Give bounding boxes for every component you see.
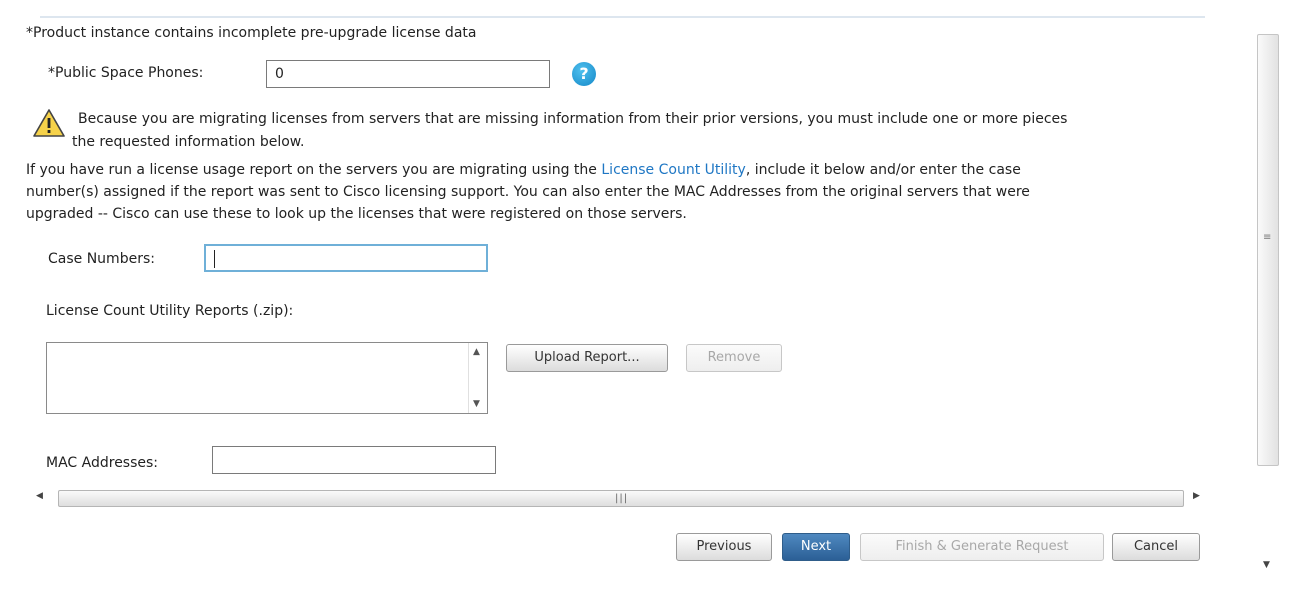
scroll-down-icon[interactable]: ▼ (1263, 560, 1270, 570)
warning-triangle-icon (33, 109, 65, 137)
info-line1-prefix: If you have run a license usage report o… (26, 162, 602, 178)
scroll-down-icon[interactable]: ▼ (473, 399, 480, 409)
license-count-utility-link[interactable]: License Count Utility (601, 162, 745, 178)
warning-text-line2: the requested information below. (72, 134, 305, 150)
info-line2: number(s) assigned if the report was sen… (26, 184, 1030, 200)
next-button[interactable]: Next (782, 533, 850, 561)
info-line1: If you have run a license usage report o… (26, 159, 1216, 181)
scroll-right-icon[interactable]: ▶ (1193, 491, 1200, 501)
public-space-phones-input[interactable]: 0 (266, 60, 550, 88)
upload-report-button[interactable]: Upload Report... (506, 344, 668, 372)
warning-text-line1: Because you are migrating licenses from … (78, 111, 1068, 127)
help-icon[interactable]: ? (572, 62, 596, 86)
case-numbers-label: Case Numbers: (48, 251, 155, 267)
finish-generate-request-button[interactable]: Finish & Generate Request (860, 533, 1104, 561)
mac-addresses-label: MAC Addresses: (46, 455, 159, 471)
reports-list[interactable]: ▲ ▼ (46, 342, 488, 414)
mac-addresses-input[interactable] (212, 446, 496, 474)
cancel-button[interactable]: Cancel (1112, 533, 1200, 561)
grip-icon: ||| (615, 493, 629, 504)
info-line3: upgraded -- Cisco can use these to look … (26, 206, 687, 222)
horizontal-scrollbar[interactable]: ◀ ||| ▶ (30, 488, 1205, 510)
top-divider (40, 16, 1205, 18)
grip-icon: ≡ (1263, 232, 1272, 243)
vertical-scroll-thumb[interactable]: ≡ (1257, 34, 1279, 466)
incomplete-data-notice: *Product instance contains incomplete pr… (26, 25, 477, 41)
reports-label: License Count Utility Reports (.zip): (46, 303, 294, 319)
previous-button[interactable]: Previous (676, 533, 772, 561)
reports-list-scrollbar[interactable]: ▲ ▼ (468, 343, 487, 413)
info-line1-suffix: , include it below and/or enter the case (745, 162, 1021, 178)
scroll-left-icon[interactable]: ◀ (36, 491, 43, 501)
text-cursor (214, 250, 215, 268)
public-space-phones-label: *Public Space Phones: (48, 65, 204, 81)
case-numbers-input[interactable] (204, 244, 488, 272)
scroll-up-icon[interactable]: ▲ (473, 347, 480, 357)
horizontal-scroll-thumb[interactable]: ||| (58, 490, 1184, 507)
remove-button[interactable]: Remove (686, 344, 782, 372)
vertical-scrollbar[interactable]: ≡ ▼ (1255, 12, 1281, 584)
